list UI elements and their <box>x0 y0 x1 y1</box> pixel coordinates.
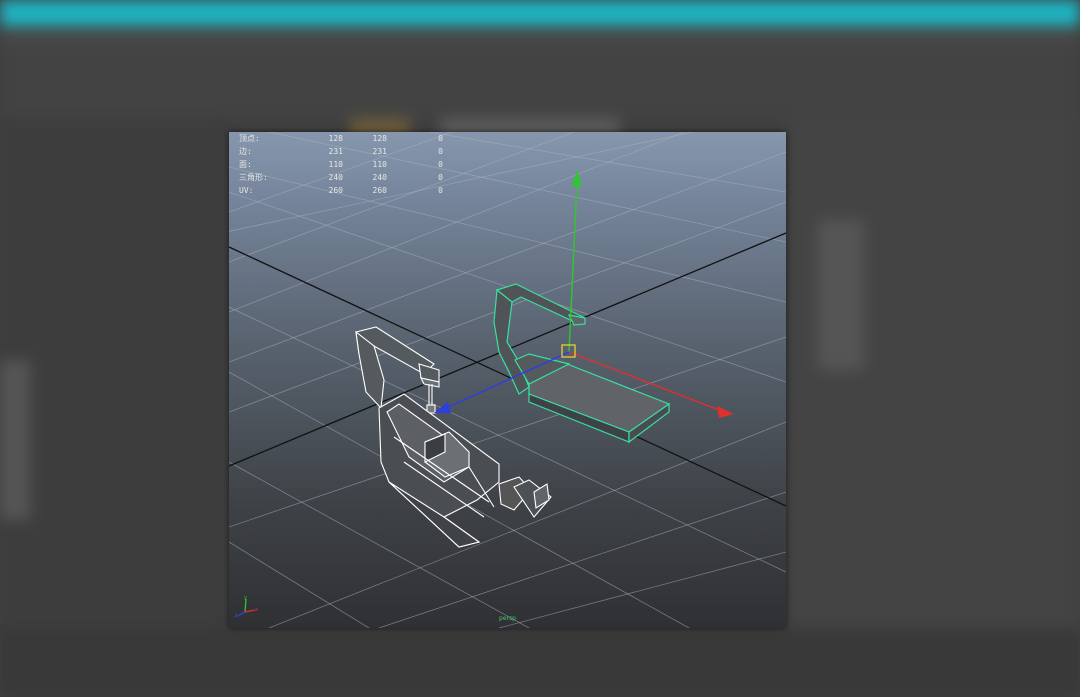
hud-label: 三角形: <box>239 173 268 182</box>
poly-count-hud: 顶点: 128 128 0 边: 231 231 0 面: 110 110 0 … <box>239 132 443 197</box>
camera-label: persp <box>499 615 516 622</box>
selected-object[interactable] <box>493 283 671 444</box>
svg-text:x: x <box>255 607 258 613</box>
svg-text:y: y <box>244 595 247 601</box>
toolbar <box>0 48 1080 144</box>
timeline <box>0 628 1080 697</box>
hud-value: 0 <box>438 147 443 156</box>
hud-label: 边: <box>239 147 252 156</box>
hud-value: 128 <box>328 134 343 143</box>
hud-row: UV: 260 260 0 <box>239 184 443 197</box>
hud-value: 0 <box>438 173 443 182</box>
grid-axis-line <box>229 246 786 507</box>
hud-value: 128 <box>372 134 387 143</box>
hud-label: 顶点: <box>239 134 260 143</box>
hud-value: 110 <box>328 160 343 169</box>
hud-value: 110 <box>372 160 387 169</box>
hud-value: 231 <box>328 147 343 156</box>
hud-label: UV: <box>239 186 254 195</box>
attribute-panel <box>818 220 864 370</box>
title-bar <box>0 0 1080 26</box>
hud-value: 240 <box>328 173 343 182</box>
menu-bar <box>0 26 1080 48</box>
hud-value: 260 <box>328 186 343 195</box>
hud-row: 三角形: 240 240 0 <box>239 171 443 184</box>
hud-value: 0 <box>438 160 443 169</box>
hud-value: 231 <box>372 147 387 156</box>
hud-value: 240 <box>372 173 387 182</box>
hud-row: 面: 110 110 0 <box>239 158 443 171</box>
3d-viewport[interactable]: y x z 顶点: 128 128 0 边: 231 231 0 面: 110 … <box>229 132 786 628</box>
hud-label: 面: <box>239 160 252 169</box>
hud-value: 0 <box>438 134 443 143</box>
channel-box <box>786 118 1080 697</box>
hud-value: 260 <box>372 186 387 195</box>
tool-shelf <box>0 118 228 697</box>
scrollbar <box>0 360 30 520</box>
hud-row: 顶点: 128 128 0 <box>239 132 443 145</box>
hud-row: 边: 231 231 0 <box>239 145 443 158</box>
viewport-scene: y x z <box>229 132 786 628</box>
hud-value: 0 <box>438 186 443 195</box>
